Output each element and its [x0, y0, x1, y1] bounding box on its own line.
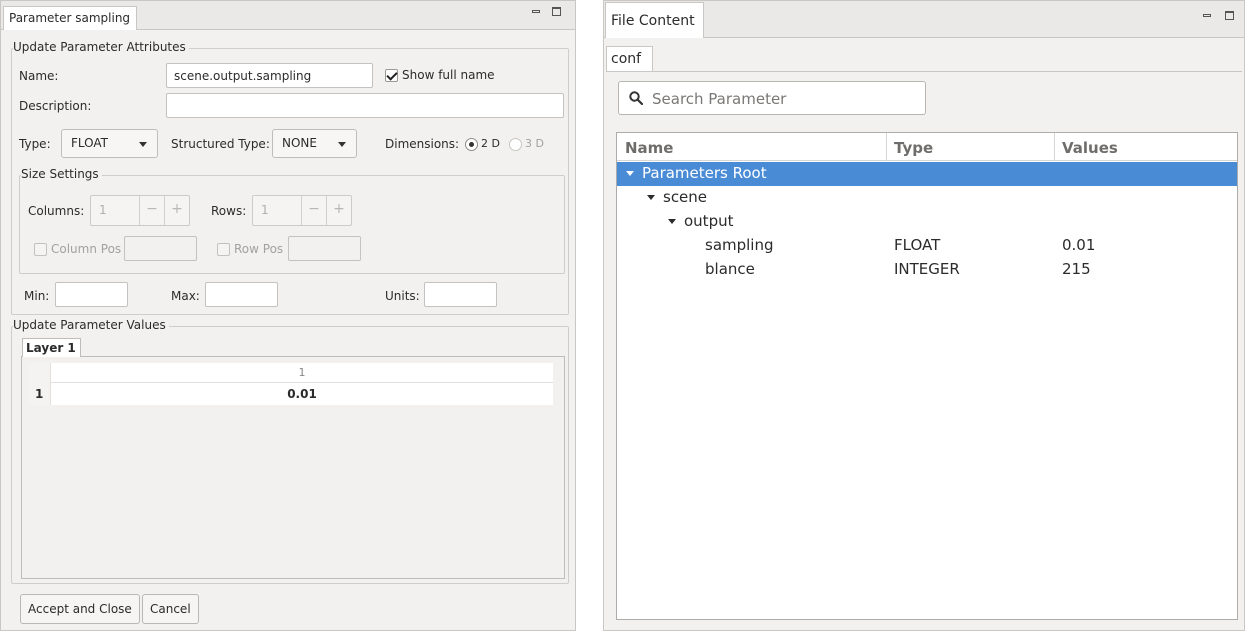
row-pos-field[interactable]	[288, 236, 361, 261]
column-separator	[886, 133, 887, 161]
chevron-down-icon	[338, 142, 346, 147]
tree-row-output[interactable]: output	[617, 210, 1237, 234]
attributes-group-title: Update Parameter Attributes	[13, 40, 189, 54]
tree-item-value: 0.01	[1062, 236, 1096, 254]
row-pos-label: Row Pos	[234, 242, 284, 256]
tree-row-blance[interactable]: blance INTEGER 215	[617, 258, 1237, 282]
dimension-2d-radio[interactable]	[465, 138, 478, 151]
view-window-controls	[532, 7, 561, 16]
max-field[interactable]	[205, 282, 278, 307]
table-cell[interactable]: 0.01	[51, 387, 553, 401]
search-input[interactable]: Search Parameter	[618, 81, 926, 115]
tree-item-type: INTEGER	[894, 260, 960, 278]
tree-item-label: blance	[705, 260, 755, 278]
max-label: Max:	[171, 289, 200, 303]
rows-increment-button[interactable]: +	[326, 196, 351, 225]
tree-item-label: sampling	[705, 236, 774, 254]
description-label: Description:	[19, 99, 92, 113]
tab-parameter-sampling[interactable]: Parameter sampling	[3, 6, 138, 30]
values-group-title: Update Parameter Values	[13, 318, 169, 332]
min-field[interactable]	[55, 282, 128, 307]
units-label: Units:	[385, 289, 420, 303]
column-pos-field[interactable]	[124, 236, 197, 261]
right-window-controls	[1203, 11, 1234, 20]
row-header[interactable]: 1	[29, 383, 51, 405]
table-corner	[29, 363, 51, 383]
values-table-area: 1 1 0.01	[21, 357, 565, 579]
minimize-icon[interactable]	[532, 10, 540, 13]
dimension-3d-label: 3 D	[525, 137, 544, 150]
tree-row-scene[interactable]: scene	[617, 186, 1237, 210]
chevron-down-icon	[139, 142, 147, 147]
tab-file-content[interactable]: File Content	[605, 2, 704, 38]
tree-item-value: 215	[1062, 260, 1091, 278]
minimize-icon[interactable]	[1203, 14, 1211, 17]
layer-tab-bar: Layer 1	[21, 337, 565, 358]
tab-layer-1[interactable]: Layer 1	[22, 338, 81, 358]
column-header-name[interactable]: Name	[625, 139, 673, 157]
type-label: Type:	[19, 137, 51, 151]
structured-type-combo-value: NONE	[282, 136, 317, 150]
description-field[interactable]	[166, 93, 564, 118]
rows-decrement-button[interactable]: −	[301, 196, 326, 225]
columns-spinbox[interactable]: 1 − +	[90, 195, 190, 226]
tree-row-sampling[interactable]: sampling FLOAT 0.01	[617, 234, 1237, 258]
view-tab-bar: Parameter sampling	[1, 1, 575, 30]
name-label: Name:	[19, 69, 59, 83]
rows-label: Rows:	[211, 204, 247, 218]
column-separator	[1054, 133, 1055, 161]
structured-type-combo[interactable]: NONE	[272, 129, 357, 158]
column-header[interactable]: 1	[51, 366, 553, 379]
expand-triangle-icon[interactable]	[626, 171, 634, 176]
file-content-view: File Content conf Search Parameter Name …	[603, 0, 1245, 631]
min-label: Min:	[24, 289, 50, 303]
parameter-tree: Name Type Values Parameters Root scene o…	[616, 132, 1238, 620]
rows-spinbox[interactable]: 1 − +	[252, 195, 352, 226]
column-pos-checkbox[interactable]	[34, 243, 47, 256]
search-placeholder: Search Parameter	[652, 90, 787, 108]
columns-decrement-button[interactable]: −	[139, 196, 164, 225]
size-settings-title: Size Settings	[21, 167, 102, 181]
tree-row-parameters-root[interactable]: Parameters Root	[617, 162, 1237, 186]
tree-item-label: scene	[663, 188, 708, 206]
maximize-icon[interactable]	[552, 7, 561, 16]
name-field[interactable]: scene.output.sampling	[166, 63, 373, 88]
column-pos-label: Column Pos	[51, 242, 122, 256]
show-full-name-label: Show full name	[402, 68, 495, 82]
structured-type-label: Structured Type:	[171, 137, 270, 151]
column-header-type[interactable]: Type	[894, 139, 933, 157]
units-field[interactable]	[424, 282, 497, 307]
expand-triangle-icon[interactable]	[668, 219, 676, 224]
expand-triangle-icon[interactable]	[647, 195, 655, 200]
search-icon	[629, 91, 643, 105]
columns-increment-button[interactable]: +	[164, 196, 189, 225]
values-table-header: 1	[29, 363, 553, 383]
tree-item-label: Parameters Root	[642, 164, 767, 182]
tree-header: Name Type Values	[617, 133, 1237, 161]
dimension-2d-label: 2 D	[481, 137, 500, 150]
dimension-3d-radio[interactable]	[509, 138, 522, 151]
columns-label: Columns:	[28, 204, 85, 218]
dimensions-label: Dimensions:	[385, 137, 460, 151]
tree-item-type: FLOAT	[894, 236, 941, 254]
row-pos-checkbox[interactable]	[217, 243, 230, 256]
file-content-tab-bar: File Content	[604, 1, 1244, 38]
show-full-name-checkbox[interactable]	[385, 69, 398, 82]
parameter-editor-view: Parameter sampling Update Parameter Attr…	[0, 0, 576, 631]
cancel-button[interactable]: Cancel	[142, 594, 199, 624]
maximize-icon[interactable]	[1225, 11, 1234, 20]
columns-value: 1	[99, 203, 107, 217]
rows-value: 1	[261, 203, 269, 217]
type-combo-value: FLOAT	[71, 136, 109, 150]
file-content-body: Search Parameter Name Type Values Parame…	[606, 71, 1242, 627]
type-combo[interactable]: FLOAT	[61, 129, 158, 158]
accept-and-close-button[interactable]: Accept and Close	[20, 594, 140, 624]
tree-item-label: output	[684, 212, 734, 230]
table-row: 1 0.01	[29, 383, 553, 405]
column-header-values[interactable]: Values	[1062, 139, 1118, 157]
tab-conf[interactable]: conf	[606, 46, 653, 72]
